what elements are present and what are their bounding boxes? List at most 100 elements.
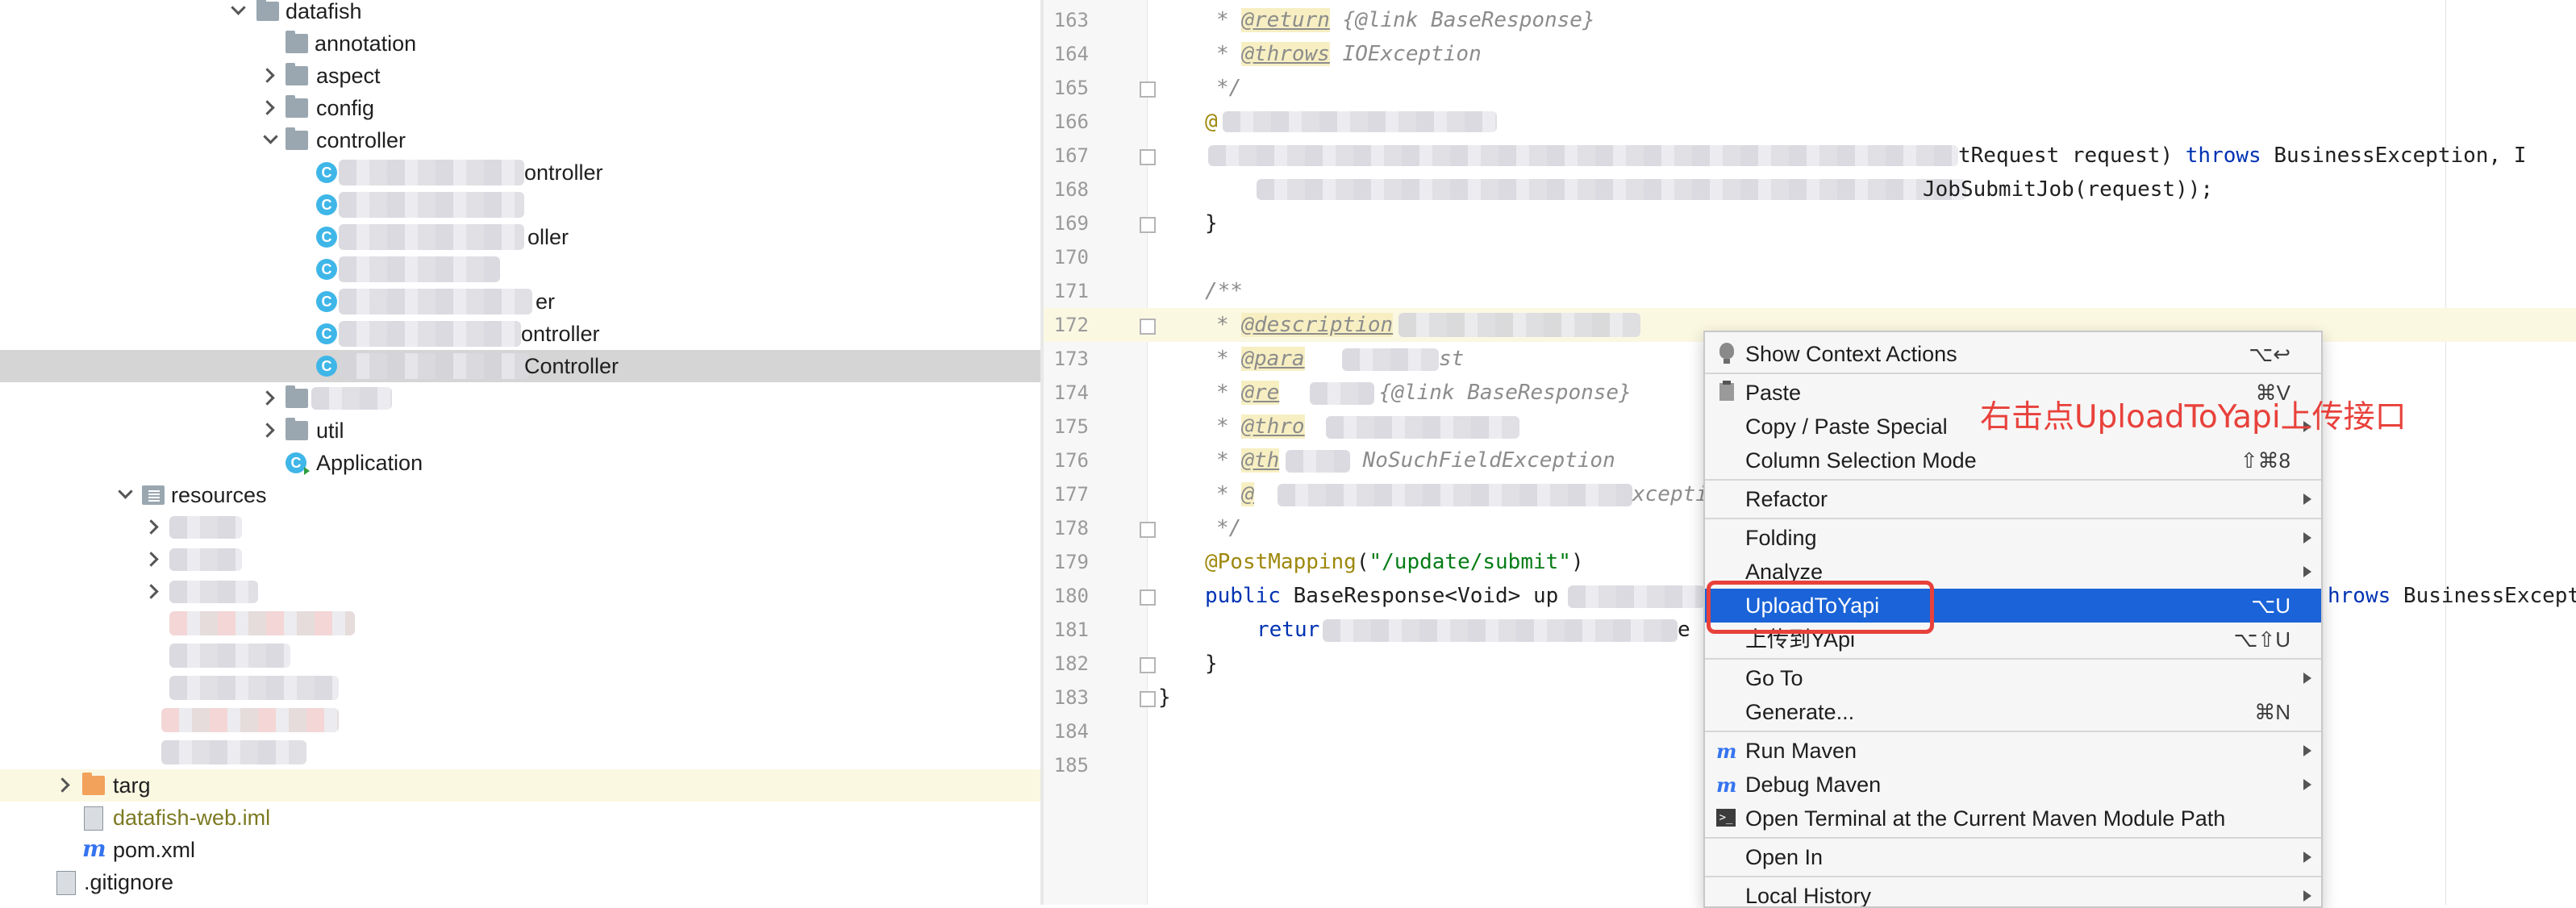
menu-item-show-context-actions[interactable]: Show Context Actions ⌥↩ — [1705, 337, 2321, 371]
code-line[interactable]: 165 */ — [1044, 71, 2576, 105]
tree-item-folder[interactable] — [0, 544, 1040, 576]
tree-item-target[interactable]: targ — [0, 769, 1040, 802]
fold-marker-icon[interactable] — [1140, 589, 1156, 606]
code-token: retur — [1257, 618, 1320, 642]
menu-item-refactor[interactable]: Refactor — [1705, 482, 2321, 516]
menu-item-label: Refactor — [1745, 487, 1828, 511]
code-line[interactable]: 168 JobSubmitJob(request)); — [1044, 173, 2576, 206]
fold-marker-icon[interactable] — [1140, 657, 1156, 673]
tree-item-resources[interactable]: resources — [0, 479, 1040, 511]
code-line[interactable]: 171 /** — [1044, 274, 2576, 308]
folder-icon — [286, 63, 308, 85]
tree-item-util[interactable]: util — [0, 414, 1040, 447]
chevron-down-icon[interactable] — [255, 124, 287, 156]
tree-item-datafish[interactable]: datafish — [0, 0, 1040, 27]
code-token: BaseResponse — [1431, 8, 1582, 32]
bulb-icon — [1719, 343, 1734, 364]
menu-item-run-maven[interactable]: m Run Maven — [1705, 734, 2321, 768]
redacted-code — [1323, 619, 1678, 642]
code-line[interactable]: 166 @ — [1044, 105, 2576, 139]
tree-item-config[interactable]: config — [0, 92, 1040, 124]
tree-item-controller[interactable]: controller — [0, 124, 1040, 156]
line-number: 179 — [1053, 551, 1089, 573]
line-number: 171 — [1053, 280, 1089, 302]
menu-separator — [1705, 518, 2321, 519]
tree-item-class[interactable]: C — [0, 189, 1040, 221]
code-token: ) — [1570, 550, 1584, 574]
tree-item-folder[interactable] — [0, 511, 1040, 544]
fold-marker-icon[interactable] — [1140, 319, 1156, 335]
redacted-text — [169, 581, 258, 603]
fold-marker-icon[interactable] — [1140, 217, 1156, 233]
redacted-text — [169, 516, 242, 539]
chevron-down-icon[interactable] — [110, 479, 142, 511]
submenu-arrow-icon — [2303, 890, 2311, 902]
tree-item-folder[interactable] — [0, 382, 1040, 414]
tree-item-label: er — [536, 289, 556, 314]
fold-marker-icon[interactable] — [1140, 522, 1156, 538]
chevron-right-icon[interactable] — [255, 60, 287, 92]
folder-icon — [286, 95, 308, 118]
fold-marker-icon[interactable] — [1140, 149, 1156, 165]
fold-marker-icon[interactable] — [1140, 81, 1156, 98]
tree-item-class[interactable]: C oller — [0, 221, 1040, 253]
tree-item-class[interactable]: C ontroller — [0, 318, 1040, 350]
menu-item-local-history[interactable]: Local History — [1705, 879, 2321, 906]
code-line[interactable]: 167 tRequest request) throws BusinessExc… — [1044, 139, 2576, 173]
code-token: * — [1216, 381, 1242, 405]
chevron-down-icon[interactable] — [223, 0, 255, 27]
tree-item-label: util — [316, 419, 344, 443]
menu-item-generate[interactable]: Generate... ⌘N — [1705, 695, 2321, 729]
menu-item-debug-maven[interactable]: m Debug Maven — [1705, 768, 2321, 802]
line-number: 173 — [1053, 348, 1089, 370]
submenu-arrow-icon — [2303, 566, 2311, 577]
chevron-right-icon[interactable] — [139, 544, 171, 576]
menu-item-folding[interactable]: Folding — [1705, 521, 2321, 555]
menu-item-open-terminal[interactable]: >_ Open Terminal at the Current Maven Mo… — [1705, 802, 2321, 835]
paste-icon — [1719, 381, 1734, 401]
redacted-code — [1310, 382, 1374, 405]
tree-item-class[interactable]: C ontroller — [0, 156, 1040, 189]
menu-separator — [1705, 731, 2321, 732]
tree-item-iml-file[interactable]: datafish-web.iml — [0, 802, 1040, 834]
tree-item-folder[interactable] — [0, 576, 1040, 608]
tree-item-annotation[interactable]: annotation — [0, 27, 1040, 60]
code-token: BusinessExcept — [2391, 584, 2576, 608]
tree-item-pom[interactable]: m pom.xml — [0, 834, 1040, 866]
code-token: IOException — [1342, 42, 1482, 66]
menu-item-column-selection-mode[interactable]: Column Selection Mode ⇧⌘8 — [1705, 444, 2321, 477]
chevron-right-icon[interactable] — [255, 382, 287, 414]
chevron-right-icon[interactable] — [139, 511, 171, 544]
tree-item-label: aspect — [316, 64, 381, 88]
code-token: * — [1216, 414, 1242, 439]
code-line[interactable]: 170 — [1044, 240, 2576, 274]
fold-marker-icon[interactable] — [1140, 691, 1156, 707]
tree-item-class[interactable]: C — [0, 253, 1040, 285]
line-number: 169 — [1053, 212, 1089, 235]
code-token: @ — [1205, 110, 1218, 134]
folder-icon — [286, 418, 308, 440]
project-tree-panel: datafish annotation aspect config contro… — [0, 0, 1040, 905]
chevron-right-icon[interactable] — [255, 414, 287, 447]
menu-item-go-to[interactable]: Go To — [1705, 661, 2321, 695]
chevron-right-icon[interactable] — [255, 92, 287, 124]
java-class-icon: C — [316, 291, 337, 312]
code-line[interactable]: 169 } — [1044, 206, 2576, 240]
code-line[interactable]: 164 * @throws IOException — [1044, 37, 2576, 71]
submenu-arrow-icon — [2303, 779, 2311, 790]
code-line[interactable]: 163 * @return {@link BaseResponse} — [1044, 3, 2576, 37]
tree-item-class-selected[interactable]: C Controller — [0, 350, 1040, 382]
chevron-right-icon[interactable] — [139, 576, 171, 608]
tree-item-gitignore[interactable]: .gitignore — [0, 866, 1040, 898]
code-token: @re — [1241, 381, 1280, 405]
menu-separator — [1705, 373, 2321, 374]
menu-item-open-in[interactable]: Open In — [1705, 840, 2321, 874]
tree-item-aspect[interactable]: aspect — [0, 60, 1040, 92]
redacted-text — [339, 224, 524, 250]
code-token: @th — [1241, 448, 1280, 473]
chevron-right-icon[interactable] — [50, 769, 82, 802]
tree-item-class[interactable]: C er — [0, 285, 1040, 318]
code-token: {@link — [1366, 381, 1468, 405]
line-number: 175 — [1053, 415, 1089, 438]
tree-item-application[interactable]: C Application — [0, 447, 1040, 479]
